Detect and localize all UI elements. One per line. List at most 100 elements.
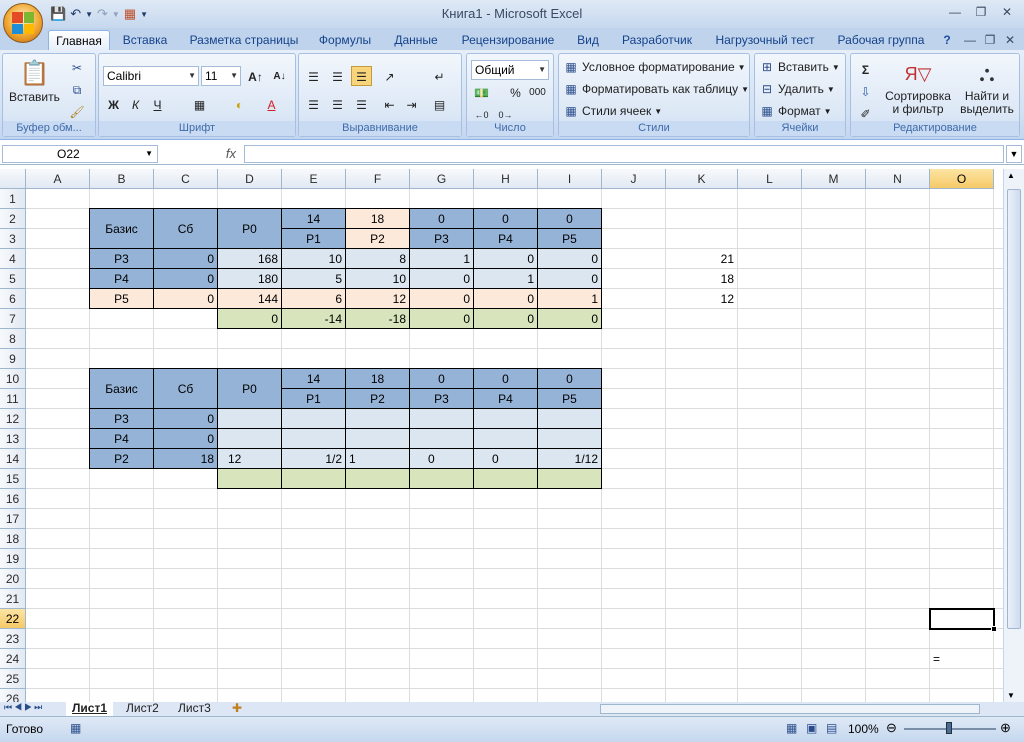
cell-g11[interactable]: P3	[410, 389, 473, 409]
scroll-down-icon[interactable]: ▼	[1007, 691, 1015, 700]
merge-center-icon[interactable]: ▤	[429, 94, 450, 114]
row-header-4[interactable]: 4	[0, 249, 26, 269]
zoom-level[interactable]: 100%	[848, 722, 879, 736]
row-header-22[interactable]: 22	[0, 609, 26, 629]
cell-i11[interactable]: P5	[538, 389, 601, 409]
sheet-tab-1[interactable]: Лист1	[66, 702, 114, 716]
row-header-24[interactable]: 24	[0, 649, 26, 669]
cell-f11[interactable]: P2	[346, 389, 409, 409]
formula-input[interactable]	[244, 145, 1004, 163]
tab-data[interactable]: Данные	[388, 30, 444, 50]
cell-h2[interactable]: 0	[474, 209, 537, 229]
conditional-formatting-button[interactable]: ▦ Условное форматирование ▼	[563, 59, 745, 75]
normal-view-icon[interactable]: ▦	[786, 721, 797, 735]
tab-load-test[interactable]: Нагрузочный тест	[710, 30, 820, 50]
cell-b14[interactable]: P2	[90, 449, 153, 469]
row-header-15[interactable]: 15	[0, 469, 26, 489]
cell-b5[interactable]: P4	[90, 269, 153, 289]
cell-i4[interactable]: 0	[538, 249, 601, 269]
cell-f6[interactable]: 12	[346, 289, 409, 309]
cell-f7[interactable]: -18	[346, 309, 409, 329]
orientation-icon[interactable]: ↗	[379, 66, 400, 86]
cell-h14[interactable]: 0	[474, 449, 537, 469]
new-sheet-icon[interactable]: ✚	[226, 702, 248, 716]
grow-font-icon[interactable]: A↑	[245, 66, 266, 86]
row-header-7[interactable]: 7	[0, 309, 26, 329]
cell-g7[interactable]: 0	[410, 309, 473, 329]
tab-formulas[interactable]: Формулы	[314, 30, 376, 50]
cell-e2[interactable]: 14	[282, 209, 345, 229]
row-header-11[interactable]: 11	[0, 389, 26, 409]
row-header-5[interactable]: 5	[0, 269, 26, 289]
cell-b13[interactable]: P4	[90, 429, 153, 449]
cell-c2[interactable]: Сб	[154, 209, 217, 249]
column-header-m[interactable]: M	[802, 169, 866, 189]
vertical-scrollbar[interactable]: ▲ ▼	[1003, 169, 1024, 702]
row-header-1[interactable]: 1	[0, 189, 26, 209]
tab-team[interactable]: Рабочая группа	[832, 30, 930, 50]
font-size-combo[interactable]: 11 ▼	[201, 66, 241, 86]
find-select-button[interactable]: ⛬ Найти и выделить	[957, 58, 1017, 116]
cell-e11[interactable]: P1	[282, 389, 345, 409]
column-header-i[interactable]: I	[538, 169, 602, 189]
row-header-26[interactable]: 26	[0, 689, 26, 702]
column-header-k[interactable]: K	[666, 169, 738, 189]
cell-g3[interactable]: P3	[410, 229, 473, 249]
select-all-corner[interactable]	[0, 169, 26, 189]
cell-e6[interactable]: 6	[282, 289, 345, 309]
cell-f5[interactable]: 10	[346, 269, 409, 289]
insert-function-button[interactable]: fx	[160, 145, 242, 163]
ribbon-close-icon[interactable]: ✕	[1000, 30, 1020, 50]
cell-i2[interactable]: 0	[538, 209, 601, 229]
row-header-12[interactable]: 12	[0, 409, 26, 429]
ribbon-minimize-icon[interactable]: —	[960, 30, 980, 50]
currency-icon[interactable]: 💵	[471, 82, 492, 102]
minimize-icon[interactable]: —	[942, 3, 968, 21]
insert-cells-button[interactable]: ⊞ Вставить ▼	[759, 59, 840, 75]
row-header-17[interactable]: 17	[0, 509, 26, 529]
vertical-scroll-thumb[interactable]	[1007, 189, 1021, 629]
column-header-c[interactable]: C	[154, 169, 218, 189]
row-header-23[interactable]: 23	[0, 629, 26, 649]
cell-o24[interactable]: =	[930, 649, 993, 669]
cut-icon[interactable]: ✂	[69, 60, 85, 76]
align-right-icon[interactable]: ☰	[351, 94, 372, 114]
cell-g6[interactable]: 0	[410, 289, 473, 309]
fill-icon[interactable]: ⇩	[855, 81, 876, 101]
bold-button[interactable]: Ж	[103, 94, 124, 114]
cell-d4[interactable]: 168	[218, 249, 281, 269]
cell-c14[interactable]: 18	[154, 449, 217, 469]
clear-icon[interactable]: ✐	[855, 103, 876, 123]
cell-f10[interactable]: 18	[346, 369, 409, 389]
cell-g5[interactable]: 0	[410, 269, 473, 289]
fill-handle[interactable]	[991, 626, 997, 632]
cell-c5[interactable]: 0	[154, 269, 217, 289]
row-header-13[interactable]: 13	[0, 429, 26, 449]
cell-e7[interactable]: -14	[282, 309, 345, 329]
column-header-l[interactable]: L	[738, 169, 802, 189]
selected-cell-outline[interactable]	[929, 608, 995, 630]
thousands-button[interactable]: 000	[527, 82, 548, 102]
macro-record-icon[interactable]: ▦	[70, 721, 81, 735]
copy-icon[interactable]: ⧉	[69, 82, 85, 98]
cell-f2[interactable]: 18	[346, 209, 409, 229]
cell-h3[interactable]: P4	[474, 229, 537, 249]
help-icon[interactable]: ?	[938, 30, 956, 50]
tab-home[interactable]: Главная	[48, 30, 110, 50]
cell-i5[interactable]: 0	[538, 269, 601, 289]
cell-b6[interactable]: P5	[90, 289, 153, 309]
cell-h7[interactable]: 0	[474, 309, 537, 329]
tab-insert[interactable]: Вставка	[116, 30, 174, 50]
cell-b10[interactable]: Базис	[90, 369, 153, 409]
cell-h11[interactable]: P4	[474, 389, 537, 409]
italic-button[interactable]: К	[125, 94, 146, 114]
cell-g2[interactable]: 0	[410, 209, 473, 229]
format-painter-icon[interactable]: 🖌	[69, 104, 85, 120]
cell-c10[interactable]: Сб	[154, 369, 217, 409]
cell-e14[interactable]: 1/2	[282, 449, 345, 469]
cell-d14[interactable]: 12	[218, 449, 281, 469]
sort-filter-button[interactable]: Я▽ Сортировка и фильтр	[885, 58, 951, 116]
restore-icon[interactable]: ❐	[968, 3, 994, 21]
column-header-e[interactable]: E	[282, 169, 346, 189]
row-header-21[interactable]: 21	[0, 589, 26, 609]
